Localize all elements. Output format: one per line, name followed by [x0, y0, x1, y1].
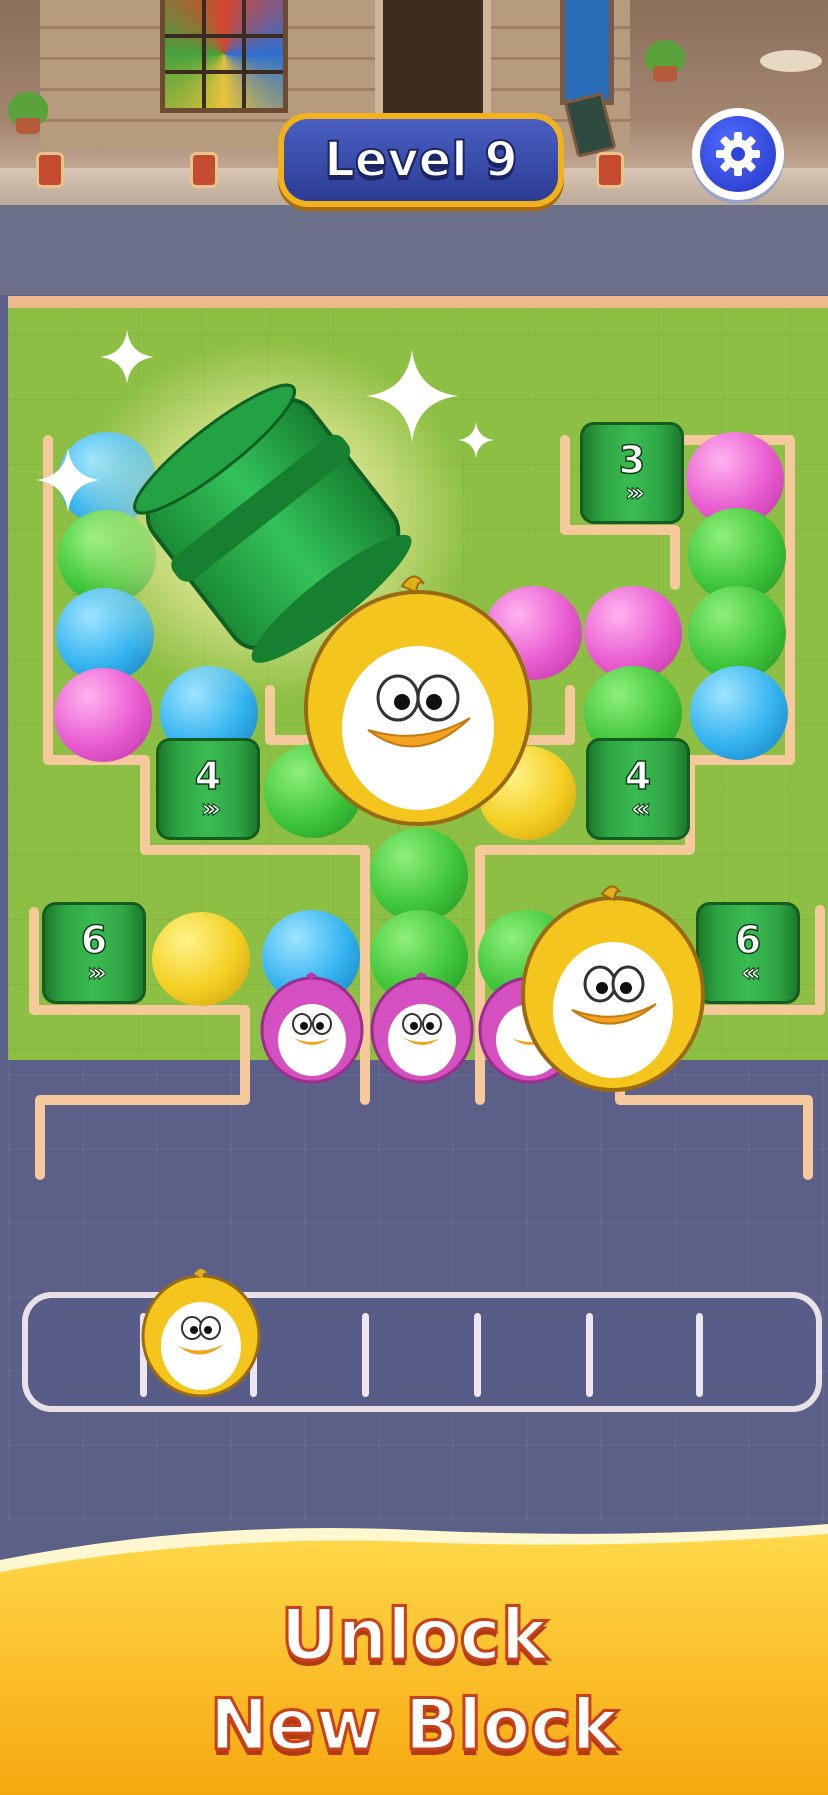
tunnel-block[interactable]: 6 ›››	[42, 902, 146, 1004]
sparkle-icon	[100, 330, 154, 384]
penguin-yellow-large[interactable]	[298, 568, 538, 830]
tunnel-count: 3	[618, 438, 646, 482]
tunnel-direction-arrows: ‹‹‹	[740, 958, 761, 988]
tray-slot-divider	[362, 1313, 369, 1397]
tunnel-count: 4	[194, 754, 222, 798]
tunnel-block[interactable]: 4 ‹‹‹	[586, 738, 690, 840]
tray-slot-divider	[586, 1313, 593, 1397]
tunnel-block[interactable]: 4 ›››	[156, 738, 260, 840]
tunnel-count: 4	[624, 754, 652, 798]
ball-green[interactable]	[370, 828, 468, 922]
ball-blue[interactable]	[690, 666, 788, 760]
tray-slot-divider	[474, 1313, 481, 1397]
tray-slot-divider	[696, 1313, 703, 1397]
tunnel-direction-arrows: ›››	[200, 794, 221, 824]
banner-title-line2: New Block	[208, 1683, 620, 1768]
tunnel-count: 6	[734, 918, 762, 962]
banner-title-line1: Unlock	[279, 1593, 549, 1678]
penguin-yellow[interactable]	[516, 880, 710, 1096]
tunnel-count: 6	[80, 918, 108, 962]
tunnel-block[interactable]: 3 ›››	[580, 422, 684, 524]
penguin-pink[interactable]	[366, 966, 478, 1086]
sparkle-icon	[366, 350, 458, 442]
penguin-pink[interactable]	[256, 966, 368, 1086]
sparkle-icon	[36, 448, 100, 512]
tray-slot-penguin-yellow	[141, 1269, 261, 1398]
tunnel-block[interactable]: 6 ‹‹‹	[696, 902, 800, 1004]
tunnel-direction-arrows: ›››	[86, 958, 107, 988]
tunnel-direction-arrows: ›››	[624, 478, 645, 508]
sparkle-icon	[458, 422, 494, 458]
ball-yellow[interactable]	[152, 912, 250, 1006]
tunnel-direction-arrows: ‹‹‹	[630, 794, 651, 824]
